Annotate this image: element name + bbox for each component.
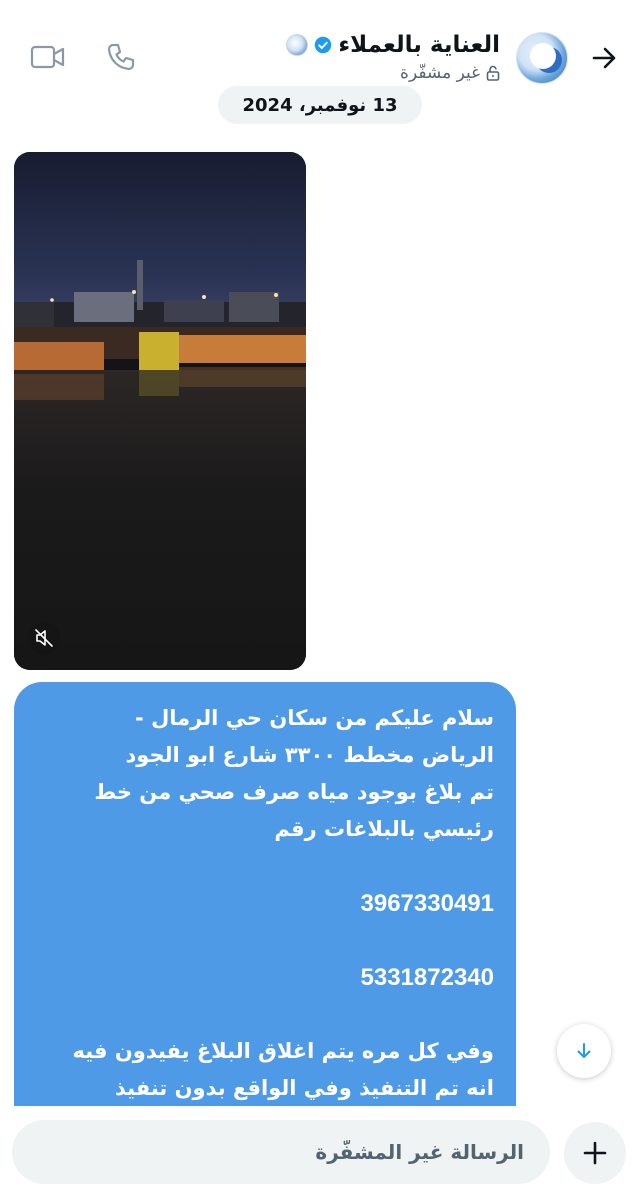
conversation-header: العناية بالعملاء غير مشفّرة — [0, 0, 640, 90]
back-button[interactable] — [586, 40, 622, 76]
encryption-status-text: غير مشفّرة — [400, 63, 480, 83]
arrow-down-icon — [577, 1043, 591, 1058]
arrow-right-icon — [592, 47, 616, 69]
mute-toggle[interactable] — [28, 622, 60, 654]
video-message[interactable] — [14, 152, 306, 670]
video-call-button[interactable] — [30, 42, 66, 72]
avatar[interactable] — [516, 32, 568, 84]
date-separator: 13 نوفمبر، 2024 — [218, 86, 422, 124]
video-frame — [14, 152, 306, 670]
video-camera-icon — [30, 45, 65, 69]
report-number: 3967330491 — [360, 890, 494, 917]
verified-badge-icon — [315, 36, 332, 54]
phone-icon — [107, 43, 135, 71]
message-line: وفي كل مره يتم اغلاق البلاغ يفيدون فيه — [72, 1039, 494, 1063]
message-line: انه تم التنفيذ وفي الواقع بدون تنفيذ — [115, 1076, 494, 1100]
conversation-title: العناية بالعملاء — [338, 32, 500, 58]
message-line: سلام عليكم من سكان حي الرمال - — [135, 706, 494, 730]
scroll-to-latest-button[interactable] — [557, 1024, 611, 1078]
message-bubble[interactable]: سلام عليكم من سكان حي الرمال - الرياض مخ… — [14, 682, 516, 1142]
message-line: الرياض مخطط ٣٣٠٠ شارع ابو الجود — [125, 743, 494, 767]
add-attachment-button[interactable] — [564, 1122, 626, 1184]
message-line: رئيسي بالبلاغات رقم — [274, 817, 494, 841]
message-line: تم بلاغ بوجود مياه صرف صحي من خط — [94, 780, 494, 804]
message-input[interactable] — [12, 1120, 550, 1184]
report-number: 5331872340 — [360, 964, 494, 991]
conversation-title-row[interactable]: العناية بالعملاء — [286, 30, 500, 60]
speaker-muted-icon — [35, 629, 53, 647]
voice-call-button[interactable] — [104, 40, 138, 74]
encryption-status: غير مشفّرة — [400, 61, 500, 85]
lock-icon — [486, 65, 500, 81]
plus-icon — [583, 1141, 607, 1165]
brand-logo-icon — [286, 34, 309, 56]
